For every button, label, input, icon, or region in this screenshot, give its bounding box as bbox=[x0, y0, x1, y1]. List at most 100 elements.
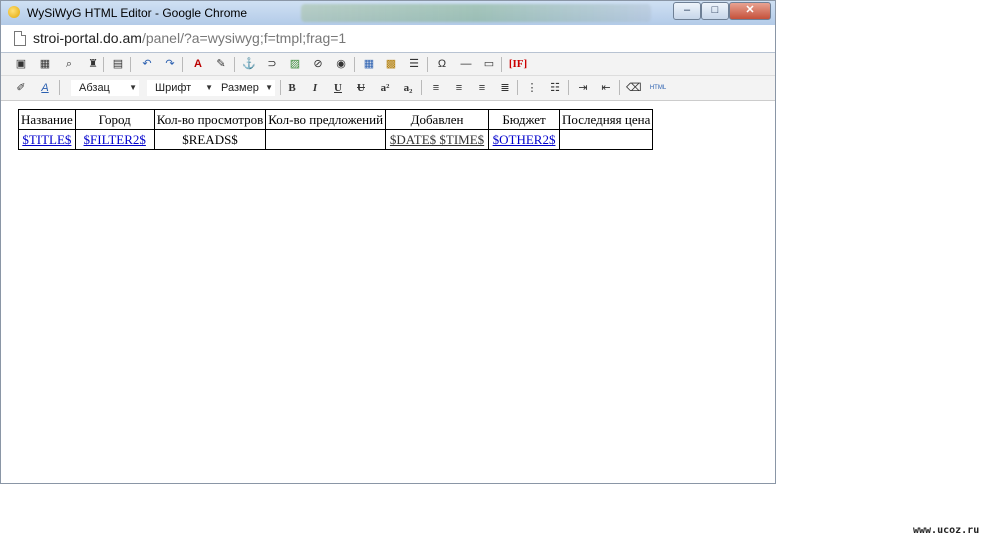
table-cell[interactable] bbox=[265, 129, 387, 150]
edit-source-icon[interactable]: ✐ bbox=[14, 81, 28, 95]
special-char-icon[interactable]: Ω bbox=[435, 57, 449, 71]
date-time-link[interactable]: $DATE$ $TIME$ bbox=[390, 132, 484, 147]
editor-toolbar-2: ✐ A Абзац ▼ Шрифт ▼ Размер ▼ B I U U a² a₂ … bbox=[1, 76, 775, 101]
align-right-icon[interactable]: ≡ bbox=[475, 81, 489, 95]
table-cell[interactable]: $TITLE$ bbox=[18, 129, 76, 150]
find-icon[interactable]: ♜ bbox=[86, 57, 100, 71]
chevron-down-icon: ▼ bbox=[129, 83, 137, 92]
toolbar-separator bbox=[280, 80, 281, 95]
title-link[interactable]: $TITLE$ bbox=[22, 132, 71, 147]
media-icon[interactable]: ◉ bbox=[334, 57, 348, 71]
editor-toolbar-1: ▣ ▦ ⌕ ♜ ▤ ↶ ↷ A ✎ ⚓ ⊃ ▨ ⊘ ◉ ▦ ▩ ☰ Ω — ▭ … bbox=[1, 53, 775, 76]
table-header-cell[interactable]: Кол-во предложений bbox=[265, 109, 387, 130]
background-tabs bbox=[301, 4, 651, 22]
table-row: $TITLE$ $FILTER2$ $READS$ $DATE$ $TIME$ … bbox=[18, 129, 654, 150]
strikethrough-button[interactable]: U bbox=[354, 81, 368, 95]
window-title: WySiWyG HTML Editor - Google Chrome bbox=[27, 6, 248, 20]
page-icon bbox=[14, 31, 26, 46]
bold-button[interactable]: B bbox=[285, 81, 299, 95]
format-select[interactable]: Абзац ▼ bbox=[71, 80, 139, 96]
font-select-value: Шрифт bbox=[155, 82, 192, 94]
style-icon[interactable]: A bbox=[38, 81, 52, 95]
save-as-icon[interactable]: ▦ bbox=[38, 57, 52, 71]
toolbar-separator bbox=[354, 57, 355, 72]
subscript-button[interactable]: a₂ bbox=[399, 81, 417, 95]
save-icon[interactable]: ▣ bbox=[14, 57, 28, 71]
outdent-icon[interactable]: ⇤ bbox=[599, 81, 613, 95]
toolbar-separator bbox=[517, 80, 518, 95]
table-header-cell[interactable]: Бюджет bbox=[488, 109, 561, 130]
toolbar-separator bbox=[619, 80, 620, 95]
font-select[interactable]: Шрифт ▼ bbox=[147, 80, 215, 96]
toolbar-separator bbox=[234, 57, 235, 72]
table-header-row: Название Город Кол-во просмотров Кол-во … bbox=[18, 109, 654, 130]
toolbar-separator bbox=[130, 57, 131, 72]
link-icon[interactable]: ⊃ bbox=[265, 57, 279, 71]
italic-button[interactable]: I bbox=[308, 81, 322, 95]
table-cell[interactable]: $FILTER2$ bbox=[74, 129, 155, 150]
toolbar-separator bbox=[427, 57, 428, 72]
chevron-down-icon: ▼ bbox=[265, 83, 273, 92]
paste-icon[interactable]: ▤ bbox=[111, 57, 125, 71]
table-header-cell[interactable]: Последняя цена bbox=[559, 109, 654, 130]
align-justify-icon[interactable]: ≣ bbox=[498, 81, 512, 95]
vertical-scrollbar[interactable] bbox=[769, 101, 775, 481]
format-select-value: Абзац bbox=[79, 82, 110, 94]
toolbar-separator bbox=[501, 57, 502, 72]
table-header-cell[interactable]: Добавлен bbox=[385, 109, 490, 130]
chrome-app-icon bbox=[8, 6, 20, 18]
eraser-icon[interactable]: ⌫ bbox=[626, 81, 642, 95]
size-select[interactable]: Размер ▼ bbox=[215, 80, 275, 96]
toolbar-separator bbox=[182, 57, 183, 72]
editor-content-area[interactable]: Название Город Кол-во просмотров Кол-во … bbox=[9, 101, 769, 481]
size-select-value: Размер bbox=[221, 82, 259, 94]
form-icon[interactable]: ☰ bbox=[407, 57, 421, 71]
font-color-icon[interactable]: A bbox=[191, 57, 205, 71]
toolbar-separator bbox=[103, 57, 104, 72]
image-icon[interactable]: ▨ bbox=[288, 57, 302, 71]
template-table[interactable]: Название Город Кол-во просмотров Кол-во … bbox=[18, 109, 654, 150]
redo-icon[interactable]: ↷ bbox=[163, 57, 177, 71]
horizontal-rule-icon[interactable]: — bbox=[459, 57, 473, 71]
textfield-icon[interactable]: ▭ bbox=[482, 57, 496, 71]
highlight-color-icon[interactable]: ✎ bbox=[214, 57, 228, 71]
align-center-icon[interactable]: ≡ bbox=[452, 81, 466, 95]
ordered-list-icon[interactable]: ⋮ bbox=[525, 81, 539, 95]
preview-icon[interactable]: ⌕ bbox=[62, 57, 76, 71]
toolbar-separator bbox=[59, 80, 60, 95]
table-edit-icon[interactable]: ▩ bbox=[384, 57, 398, 71]
table-header-cell[interactable]: Кол-во просмотров bbox=[153, 109, 267, 130]
table-cell[interactable]: $DATE$ $TIME$ bbox=[385, 129, 490, 150]
flash-icon[interactable]: ⊘ bbox=[311, 57, 325, 71]
browser-window: WySiWyG HTML Editor - Google Chrome – □ … bbox=[0, 0, 776, 484]
filter-link[interactable]: $FILTER2$ bbox=[84, 132, 146, 147]
url-text[interactable]: stroi-portal.do.am/panel/?a=wysiwyg;f=tm… bbox=[33, 30, 346, 46]
table-cell[interactable]: $READS$ bbox=[153, 129, 267, 150]
maximize-icon[interactable]: □ bbox=[701, 2, 729, 20]
conditional-if-icon[interactable]: [IF] bbox=[507, 57, 529, 71]
url-path: /panel/?a=wysiwyg;f=tmpl;frag=1 bbox=[141, 30, 347, 46]
watermark: www.ucoz.ru bbox=[913, 525, 980, 536]
html-mode-icon[interactable]: HTML bbox=[649, 81, 667, 95]
url-host: stroi-portal.do.am bbox=[33, 30, 142, 46]
toolbar-separator bbox=[421, 80, 422, 95]
anchor-icon[interactable]: ⚓ bbox=[242, 57, 256, 71]
close-icon[interactable]: ✕ bbox=[729, 2, 771, 20]
toolbar-separator bbox=[568, 80, 569, 95]
table-icon[interactable]: ▦ bbox=[362, 57, 376, 71]
chevron-down-icon: ▼ bbox=[205, 83, 213, 92]
superscript-button[interactable]: a² bbox=[376, 81, 394, 95]
indent-icon[interactable]: ⇥ bbox=[576, 81, 590, 95]
minimize-icon[interactable]: – bbox=[673, 2, 701, 20]
table-header-cell[interactable]: Город bbox=[74, 109, 155, 130]
title-bar: WySiWyG HTML Editor - Google Chrome – □ … bbox=[1, 1, 775, 25]
table-header-cell[interactable]: Название bbox=[18, 109, 76, 130]
align-left-icon[interactable]: ≡ bbox=[429, 81, 443, 95]
unordered-list-icon[interactable]: ☷ bbox=[548, 81, 562, 95]
table-cell[interactable]: $OTHER2$ bbox=[488, 129, 561, 150]
address-bar[interactable]: stroi-portal.do.am/panel/?a=wysiwyg;f=tm… bbox=[1, 25, 775, 53]
underline-button[interactable]: U bbox=[331, 81, 345, 95]
budget-link[interactable]: $OTHER2$ bbox=[493, 132, 556, 147]
undo-icon[interactable]: ↶ bbox=[140, 57, 154, 71]
table-cell[interactable] bbox=[559, 129, 654, 150]
